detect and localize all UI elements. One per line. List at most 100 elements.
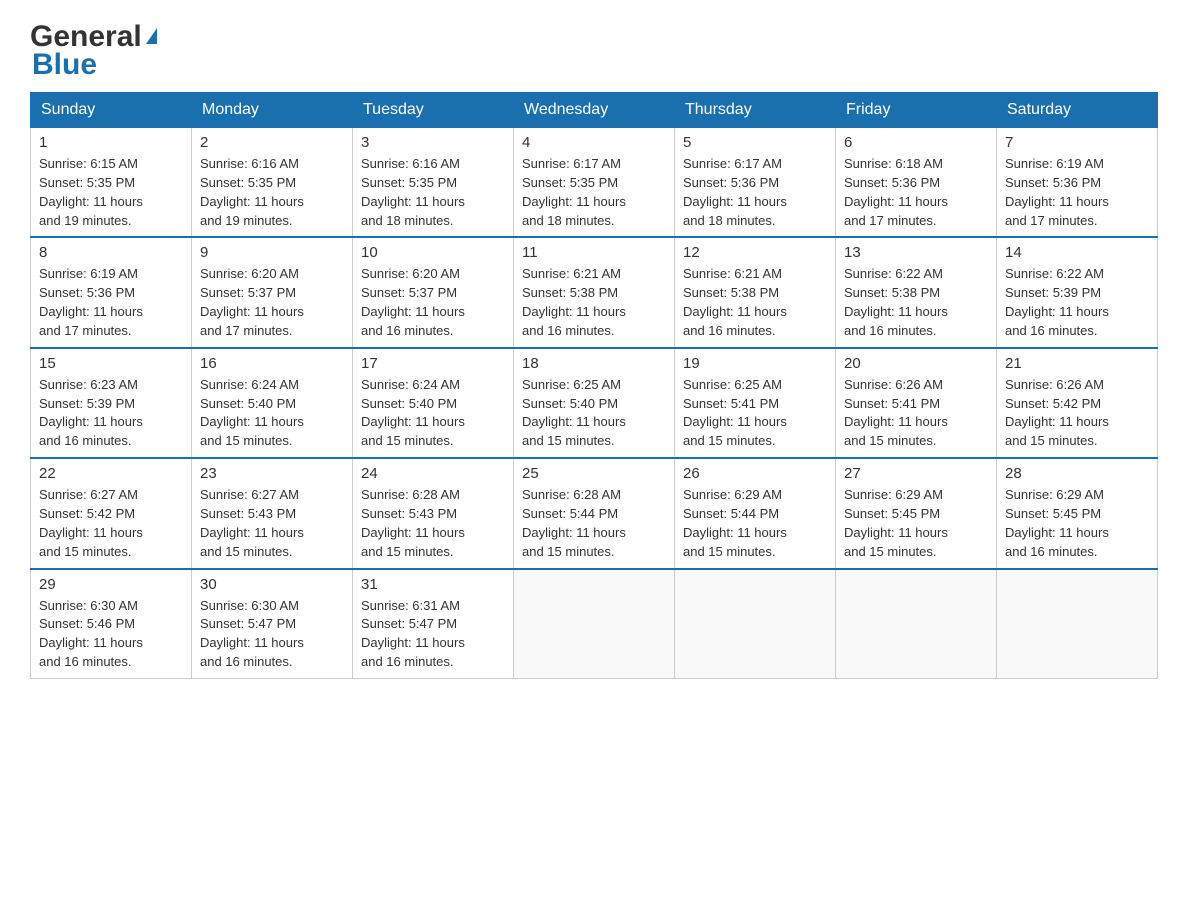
calendar-cell: 20Sunrise: 6:26 AMSunset: 5:41 PMDayligh… [836,348,997,458]
day-number: 11 [522,244,666,261]
calendar-cell: 23Sunrise: 6:27 AMSunset: 5:43 PMDayligh… [192,458,353,568]
calendar-cell: 1 Sunrise: 6:15 AMSunset: 5:35 PMDaylight… [31,128,192,238]
calendar-cell: 14 Sunrise: 6:22 AMSunset: 5:39 PMDayligh… [997,237,1158,347]
day-info: Sunrise: 6:16 AMSunset: 5:35 PMDaylight:… [200,155,344,230]
calendar-cell: 15 Sunrise: 6:23 AMSunset: 5:39 PMDayligh… [31,348,192,458]
logo-triangle-icon [146,28,157,44]
calendar-cell: 7 Sunrise: 6:19 AMSunset: 5:36 PMDaylight… [997,128,1158,238]
day-info: Sunrise: 6:29 AMSunset: 5:45 PMDaylight:… [844,486,988,561]
day-info: Sunrise: 6:21 AMSunset: 5:38 PMDaylight:… [522,265,666,340]
page-header: General Blue [30,20,1158,82]
day-number: 10 [361,244,505,261]
logo-blue-text: Blue [32,48,97,82]
header-saturday: Saturday [997,93,1158,128]
calendar-cell: 26 Sunrise: 6:29 AMSunset: 5:44 PMDayligh… [675,458,836,568]
calendar-cell: 25 Sunrise: 6:28 AMSunset: 5:44 PMDayligh… [514,458,675,568]
header-friday: Friday [836,93,997,128]
calendar-table: SundayMondayTuesdayWednesdayThursdayFrid… [30,92,1158,679]
calendar-cell: 27 Sunrise: 6:29 AMSunset: 5:45 PMDayligh… [836,458,997,568]
day-info: Sunrise: 6:28 AMSunset: 5:43 PMDaylight:… [361,486,505,561]
calendar-week-row: 1 Sunrise: 6:15 AMSunset: 5:35 PMDaylight… [31,128,1158,238]
day-info: Sunrise: 6:31 AMSunset: 5:47 PMDaylight:… [361,597,505,672]
day-info: Sunrise: 6:30 AMSunset: 5:47 PMDaylight:… [200,597,344,672]
calendar-week-row: 22 Sunrise: 6:27 AMSunset: 5:42 PMDayligh… [31,458,1158,568]
day-number: 9 [200,244,344,261]
day-number: 31 [361,576,505,593]
day-number: 3 [361,134,505,151]
day-info: Sunrise: 6:19 AMSunset: 5:36 PMDaylight:… [1005,155,1149,230]
day-number: 20 [844,355,988,372]
day-number: 21 [1005,355,1149,372]
header-sunday: Sunday [31,93,192,128]
calendar-cell: 8Sunrise: 6:19 AMSunset: 5:36 PMDaylight… [31,237,192,347]
day-info: Sunrise: 6:19 AMSunset: 5:36 PMDaylight:… [39,265,183,340]
calendar-cell [836,569,997,679]
calendar-cell: 24 Sunrise: 6:28 AMSunset: 5:43 PMDayligh… [353,458,514,568]
calendar-cell: 9 Sunrise: 6:20 AMSunset: 5:37 PMDaylight… [192,237,353,347]
day-number: 7 [1005,134,1149,151]
logo: General Blue [30,20,157,82]
day-info: Sunrise: 6:20 AMSunset: 5:37 PMDaylight:… [200,265,344,340]
calendar-cell: 16 Sunrise: 6:24 AMSunset: 5:40 PMDayligh… [192,348,353,458]
day-number: 29 [39,576,183,593]
day-number: 30 [200,576,344,593]
day-number: 4 [522,134,666,151]
day-number: 17 [361,355,505,372]
day-number: 19 [683,355,827,372]
day-info: Sunrise: 6:25 AMSunset: 5:41 PMDaylight:… [683,376,827,451]
day-info: Sunrise: 6:25 AMSunset: 5:40 PMDaylight:… [522,376,666,451]
day-number: 14 [1005,244,1149,261]
header-tuesday: Tuesday [353,93,514,128]
day-number: 6 [844,134,988,151]
calendar-cell: 5 Sunrise: 6:17 AMSunset: 5:36 PMDaylight… [675,128,836,238]
day-info: Sunrise: 6:28 AMSunset: 5:44 PMDaylight:… [522,486,666,561]
calendar-cell [675,569,836,679]
calendar-cell: 31 Sunrise: 6:31 AMSunset: 5:47 PMDayligh… [353,569,514,679]
day-number: 22 [39,465,183,482]
calendar-cell: 17 Sunrise: 6:24 AMSunset: 5:40 PMDayligh… [353,348,514,458]
header-wednesday: Wednesday [514,93,675,128]
day-info: Sunrise: 6:27 AMSunset: 5:43 PMDaylight:… [200,486,344,561]
calendar-cell: 2 Sunrise: 6:16 AMSunset: 5:35 PMDaylight… [192,128,353,238]
day-info: Sunrise: 6:22 AMSunset: 5:39 PMDaylight:… [1005,265,1149,340]
day-info: Sunrise: 6:24 AMSunset: 5:40 PMDaylight:… [361,376,505,451]
day-info: Sunrise: 6:16 AMSunset: 5:35 PMDaylight:… [361,155,505,230]
day-number: 25 [522,465,666,482]
day-info: Sunrise: 6:20 AMSunset: 5:37 PMDaylight:… [361,265,505,340]
day-info: Sunrise: 6:17 AMSunset: 5:36 PMDaylight:… [683,155,827,230]
calendar-cell: 13 Sunrise: 6:22 AMSunset: 5:38 PMDayligh… [836,237,997,347]
day-number: 27 [844,465,988,482]
calendar-cell: 12Sunrise: 6:21 AMSunset: 5:38 PMDayligh… [675,237,836,347]
day-info: Sunrise: 6:29 AMSunset: 5:45 PMDaylight:… [1005,486,1149,561]
calendar-week-row: 29Sunrise: 6:30 AMSunset: 5:46 PMDayligh… [31,569,1158,679]
day-number: 26 [683,465,827,482]
day-info: Sunrise: 6:21 AMSunset: 5:38 PMDaylight:… [683,265,827,340]
day-info: Sunrise: 6:18 AMSunset: 5:36 PMDaylight:… [844,155,988,230]
day-number: 1 [39,134,183,151]
calendar-cell: 21Sunrise: 6:26 AMSunset: 5:42 PMDayligh… [997,348,1158,458]
calendar-cell [514,569,675,679]
calendar-cell: 19 Sunrise: 6:25 AMSunset: 5:41 PMDayligh… [675,348,836,458]
day-number: 18 [522,355,666,372]
calendar-cell: 18 Sunrise: 6:25 AMSunset: 5:40 PMDayligh… [514,348,675,458]
day-info: Sunrise: 6:15 AMSunset: 5:35 PMDaylight:… [39,155,183,230]
calendar-cell: 29Sunrise: 6:30 AMSunset: 5:46 PMDayligh… [31,569,192,679]
day-info: Sunrise: 6:27 AMSunset: 5:42 PMDaylight:… [39,486,183,561]
calendar-week-row: 8Sunrise: 6:19 AMSunset: 5:36 PMDaylight… [31,237,1158,347]
day-number: 13 [844,244,988,261]
day-number: 16 [200,355,344,372]
calendar-cell [997,569,1158,679]
day-info: Sunrise: 6:23 AMSunset: 5:39 PMDaylight:… [39,376,183,451]
day-number: 2 [200,134,344,151]
day-info: Sunrise: 6:29 AMSunset: 5:44 PMDaylight:… [683,486,827,561]
calendar-cell: 11 Sunrise: 6:21 AMSunset: 5:38 PMDayligh… [514,237,675,347]
calendar-cell: 10 Sunrise: 6:20 AMSunset: 5:37 PMDayligh… [353,237,514,347]
day-number: 5 [683,134,827,151]
header-monday: Monday [192,93,353,128]
day-number: 15 [39,355,183,372]
day-info: Sunrise: 6:24 AMSunset: 5:40 PMDaylight:… [200,376,344,451]
day-info: Sunrise: 6:22 AMSunset: 5:38 PMDaylight:… [844,265,988,340]
calendar-header-row: SundayMondayTuesdayWednesdayThursdayFrid… [31,93,1158,128]
day-number: 24 [361,465,505,482]
calendar-cell: 28Sunrise: 6:29 AMSunset: 5:45 PMDayligh… [997,458,1158,568]
